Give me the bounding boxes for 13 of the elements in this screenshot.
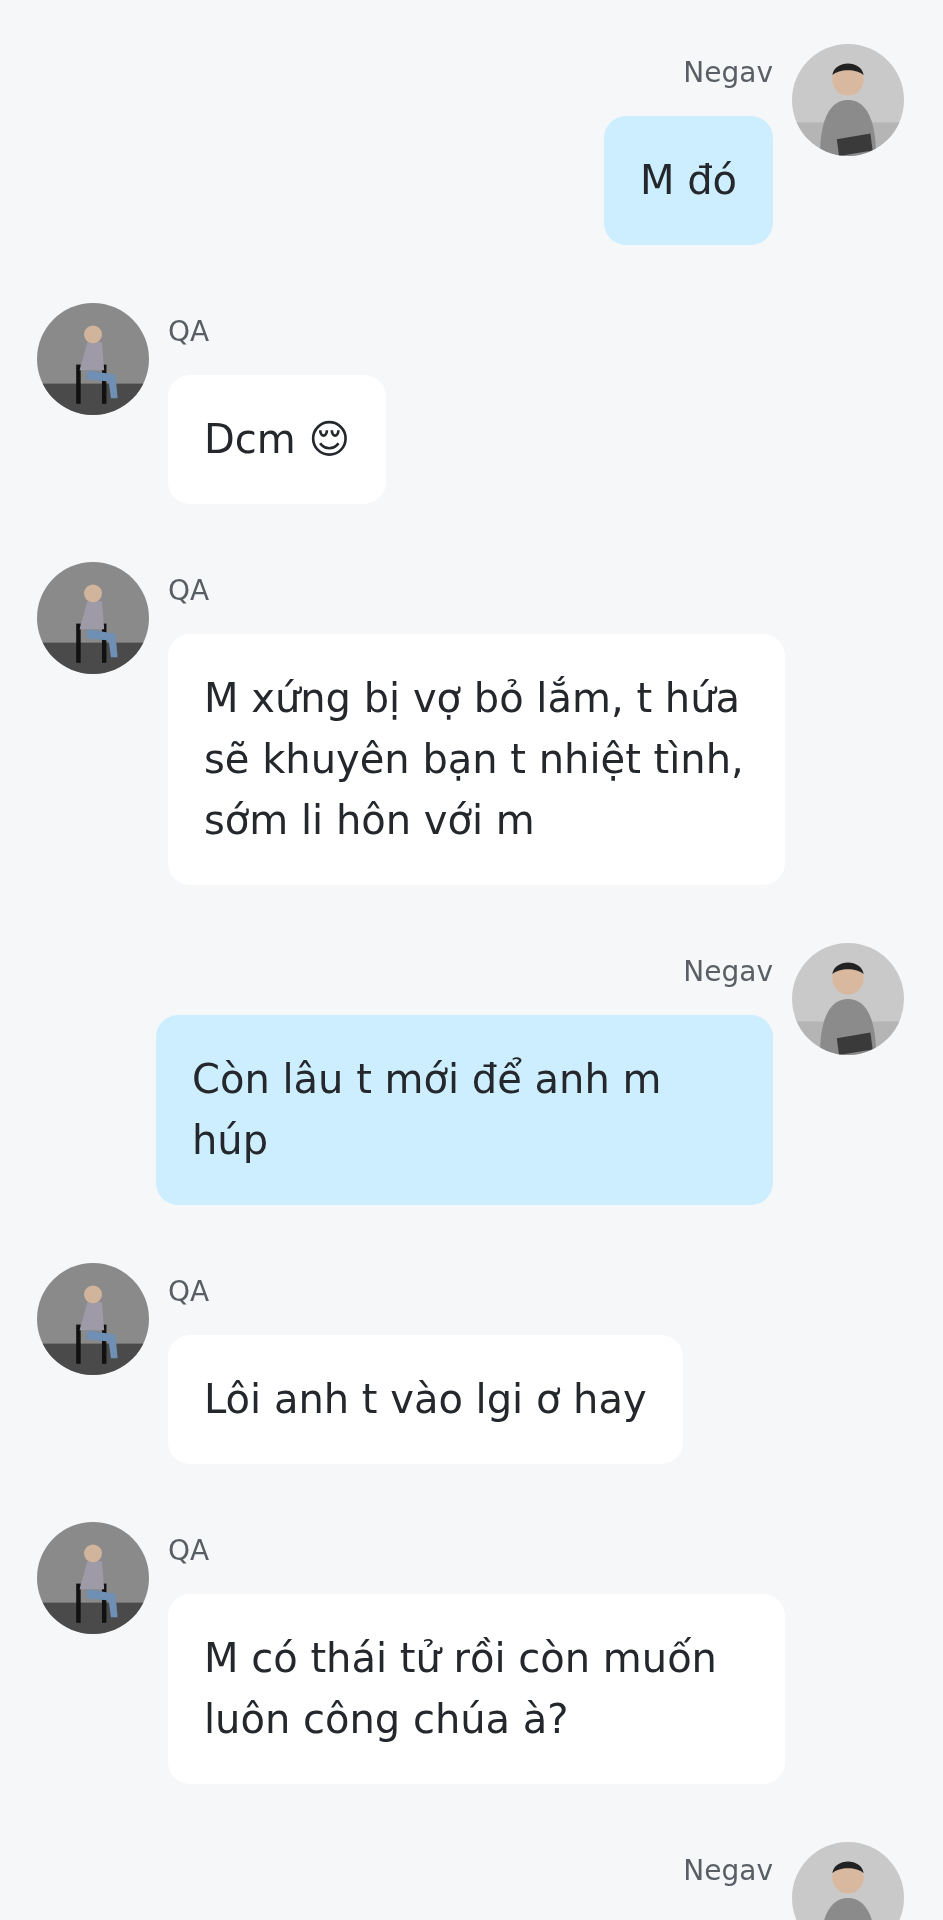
sender-name: QA — [168, 574, 210, 608]
message-bubble: Dcm 😌 — [168, 375, 387, 504]
message-bubble: M đó — [603, 116, 773, 245]
sender-name: QA — [168, 1275, 210, 1309]
sender-name: QA — [168, 1534, 210, 1568]
message-bubble: Lôi anh t vào lgi ơ hay — [168, 1335, 683, 1464]
sender-name: Negav — [683, 56, 773, 90]
sender-name: QA — [168, 315, 210, 349]
sender-name: Negav — [683, 955, 773, 989]
message-bubble: Còn lâu t mới để anh m húp — [156, 1015, 773, 1205]
message-bubble: M xứng bị vợ bỏ lắm, t hứa sẽ khuyên bạn t nhiệt tình, sớm li hôn với m — [168, 634, 785, 885]
message-bubble: M có thái tử rồi còn muốn luôn công chúa à? — [168, 1594, 785, 1784]
sender-name: Negav — [683, 1854, 773, 1888]
